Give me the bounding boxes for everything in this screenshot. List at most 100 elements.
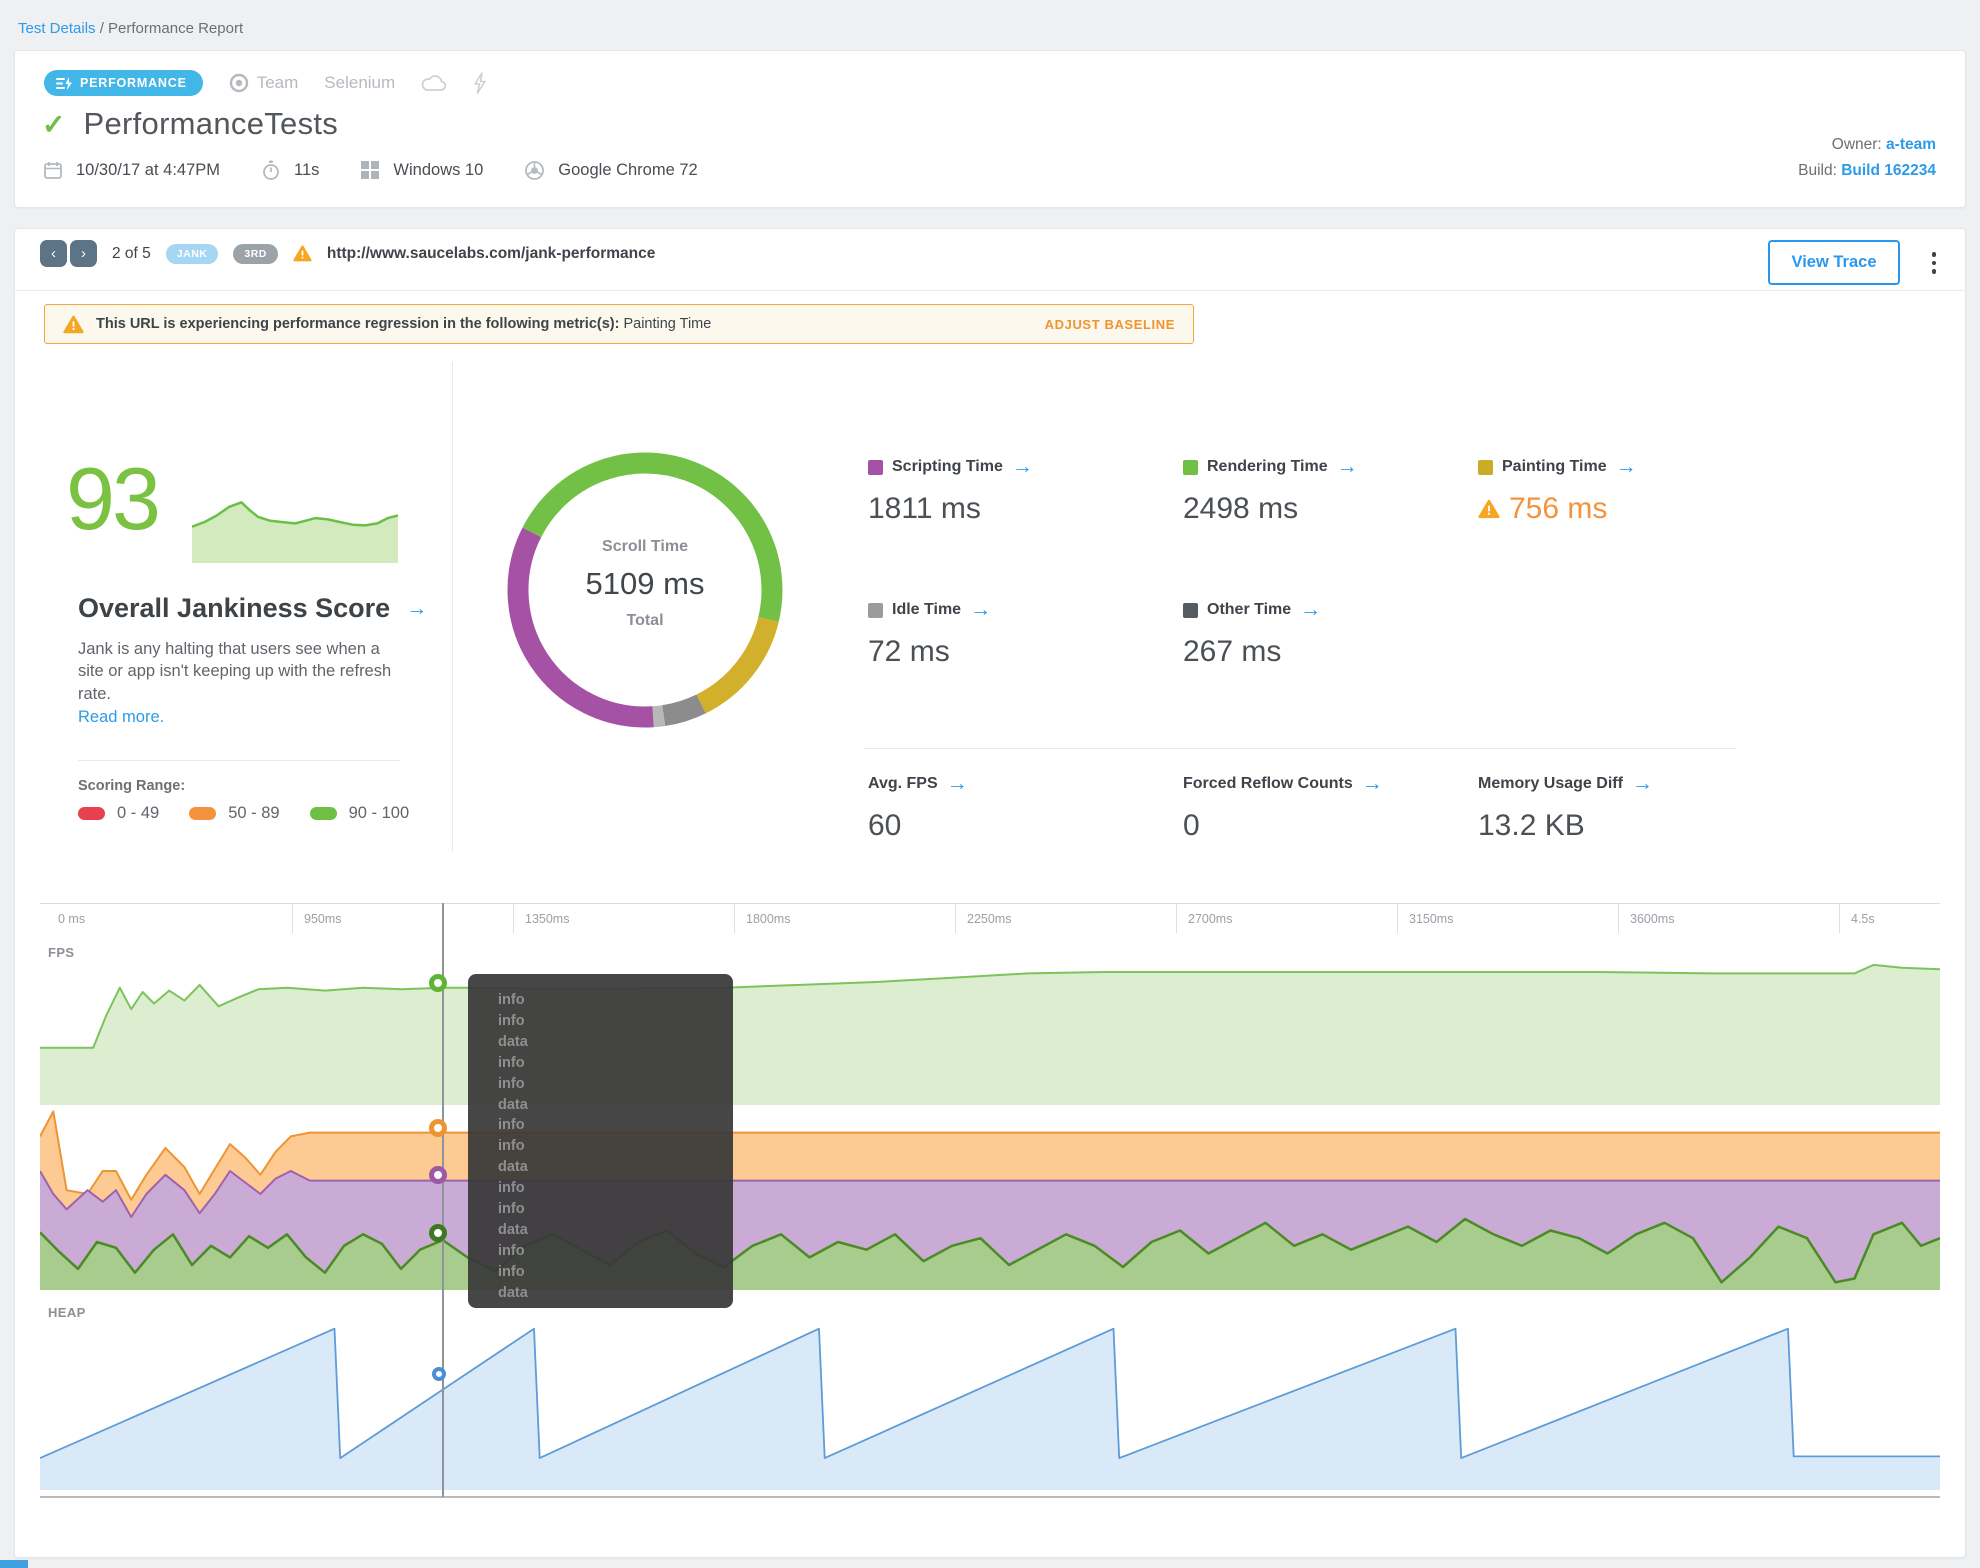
tooltip-row: data (498, 1284, 528, 1301)
metric-label: Other Time (1207, 601, 1292, 618)
metric-label: Idle Time (892, 601, 962, 618)
next-url-button[interactable]: › (70, 240, 97, 267)
metric-detail-arrow-icon[interactable]: → (1337, 455, 1358, 479)
tick-label: 950ms (304, 912, 342, 926)
tick-label: 3150ms (1409, 912, 1454, 926)
eye-icon (229, 73, 248, 93)
jank-tag: JANK (165, 243, 219, 264)
performance-badge-label: PERFORMANCE (80, 76, 187, 90)
cpu-chart[interactable] (40, 1098, 1940, 1290)
more-options-button[interactable] (1931, 252, 1936, 274)
donut-segment-other-time (661, 694, 706, 727)
build-line: Build: Build 162234 (1798, 162, 1936, 180)
tick-label: 0 ms (58, 912, 86, 926)
metric-color-square (1183, 602, 1198, 618)
timeline-baseline (40, 1496, 1940, 1498)
tooltip-row: info (498, 1138, 525, 1155)
owner-line: Owner: a-team (1832, 136, 1936, 154)
metric-detail-arrow-icon[interactable]: → (947, 772, 968, 796)
range-label: 50 - 89 (228, 804, 280, 822)
tick-separator (1397, 903, 1398, 933)
metric-label: Rendering Time (1207, 458, 1328, 475)
tooltip-row: info (498, 1180, 525, 1197)
metric-color-square (868, 602, 883, 618)
tooltip-row: info (498, 1054, 525, 1071)
metric-value: 2498 ms (1183, 492, 1299, 525)
range-item: 50 - 89 (189, 804, 280, 823)
tick-label: 1350ms (525, 912, 570, 926)
metric-label: Avg. FPS (868, 775, 938, 792)
metric-warning-icon (1478, 499, 1500, 519)
tooltip-row: data (498, 1159, 528, 1176)
team-label: Team (256, 73, 299, 92)
metric-detail-arrow-icon[interactable]: → (1012, 455, 1033, 479)
metric-detail-arrow-icon[interactable]: → (1362, 772, 1383, 796)
test-meta-row: 10/30/17 at 4:47PM 11s Windows 10 Google… (44, 160, 698, 180)
score-divider (78, 760, 400, 761)
owner-link[interactable]: a-team (1886, 136, 1936, 153)
fps-chart[interactable] (40, 962, 1940, 1105)
cloud-icon (421, 75, 447, 91)
metric-label: Scripting Time (892, 458, 1003, 475)
tooltip-row: info (498, 1201, 525, 1218)
passed-check-icon: ✓ (42, 108, 66, 140)
adjust-baseline-button[interactable]: ADJUST BASELINE (1045, 317, 1175, 332)
metric-painting-time: Painting Time → 756 ms (1478, 455, 1637, 526)
breadcrumb-test-details-link[interactable]: Test Details (18, 20, 96, 37)
timeline-cursor[interactable] (441, 903, 444, 1497)
cursor-marker-cpu (428, 1224, 447, 1242)
range-item: 90 - 100 (309, 804, 409, 823)
prev-url-button[interactable]: ‹ (40, 240, 67, 267)
metric-detail-arrow-icon[interactable]: → (970, 598, 991, 622)
tooltip-row: info (498, 1012, 525, 1029)
test-title-row: ✓ PerformanceTests (42, 106, 338, 142)
nav-divider (14, 290, 1966, 291)
metric-value: 0 (1183, 809, 1200, 842)
view-trace-button[interactable]: View Trace (1768, 240, 1900, 285)
tooltip-row: info (498, 1075, 525, 1092)
tooltip-row: info (498, 992, 525, 1008)
breadcrumb-separator: / (95, 20, 109, 37)
banner-bold-text: This URL is experiencing performance reg… (96, 316, 620, 332)
badge-row: PERFORMANCE Team Selenium (44, 70, 487, 96)
tooltip-row: info (498, 1263, 525, 1280)
range-item: 0 - 49 (78, 804, 159, 823)
url-pager: ‹ › (40, 240, 97, 267)
metric-value: 1811 ms (868, 492, 981, 525)
metric-value: 13.2 KB (1478, 809, 1585, 842)
tick-label: 2250ms (967, 912, 1012, 926)
range-pill (189, 807, 217, 820)
banner-text: This URL is experiencing performance reg… (96, 316, 711, 332)
metric-detail-arrow-icon[interactable]: → (1300, 598, 1321, 622)
build-link[interactable]: Build 162234 (1841, 162, 1936, 179)
banner-metric: Painting Time (623, 316, 712, 332)
lightning-icon (474, 72, 486, 94)
framework-label: Selenium (324, 73, 396, 92)
metric-value: 72 ms (868, 635, 950, 668)
metric-other-time: Other Time → 267 ms (1183, 598, 1321, 669)
read-more-link[interactable]: Read more. (78, 708, 164, 727)
score-detail-arrow-icon[interactable]: → (406, 597, 427, 621)
metric-detail-arrow-icon[interactable]: → (1632, 772, 1653, 796)
breadcrumb: Test Details / Performance Report (18, 20, 243, 37)
regression-banner: This URL is experiencing performance reg… (44, 304, 1194, 344)
tick-separator (955, 903, 956, 933)
tick-label: 2700ms (1188, 912, 1233, 926)
metric-rendering-time: Rendering Time → 2498 ms (1183, 455, 1358, 526)
test-os: Windows 10 (393, 160, 484, 179)
heap-chart[interactable] (40, 1322, 1940, 1490)
cloud-indicator (421, 74, 447, 92)
performance-badge-icon (56, 76, 72, 90)
team-visibility: Team (229, 73, 299, 93)
metric-detail-arrow-icon[interactable]: → (1616, 455, 1637, 479)
scoring-range-legend: 0 - 49 50 - 89 90 - 100 (78, 804, 409, 823)
banner-warning-icon (63, 315, 84, 333)
stopwatch-icon (263, 160, 279, 180)
score-sparkline-chart (192, 501, 398, 563)
cursor-marker-fps (428, 974, 447, 992)
test-browser: Google Chrome 72 (558, 160, 698, 179)
cursor-marker-cpu (428, 1119, 447, 1137)
metric-color-square (1183, 459, 1198, 475)
url-nav-row: ‹ › 2 of 5 JANK 3RD http://www.saucelabs… (40, 240, 655, 267)
tick-separator (1618, 903, 1619, 933)
